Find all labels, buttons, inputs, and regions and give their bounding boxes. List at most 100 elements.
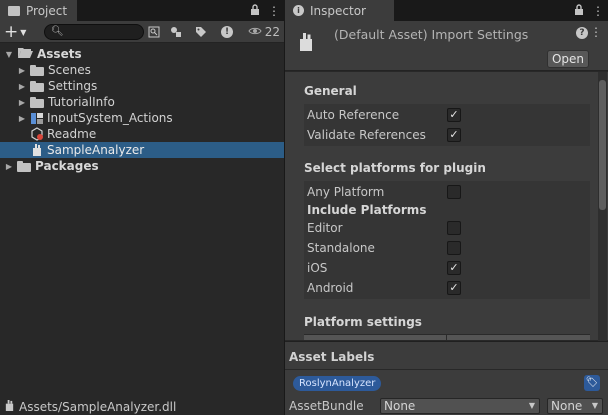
include-platforms-label: Include Platforms — [307, 203, 427, 217]
open-button[interactable]: Open — [547, 50, 589, 68]
kebab-menu-icon[interactable]: ⋮ — [592, 4, 604, 18]
search-by-label-button[interactable] — [167, 24, 185, 40]
asset-bundle-row: AssetBundle None ▼ None ▼ — [285, 397, 608, 415]
tree-item-label: Scenes — [48, 63, 91, 77]
tree-item-label: Readme — [47, 127, 97, 141]
asset-bundle-variant-dropdown[interactable]: None ▼ — [547, 398, 603, 414]
collapsed-arrow-icon[interactable]: ▶ — [17, 98, 27, 107]
warning-circle-icon: ! — [221, 26, 233, 38]
collapsed-arrow-icon[interactable]: ▶ — [17, 114, 27, 123]
tab-inspector[interactable]: i Inspector — [285, 0, 394, 21]
tab-project-label: Project — [26, 3, 68, 18]
inspector-window: i Inspector ⋮ (Default Asset) Import Set… — [285, 0, 608, 415]
tag-icon — [196, 27, 206, 37]
hidden-count: 22 — [264, 25, 280, 39]
expand-arrow-icon[interactable]: ▼ — [4, 50, 14, 59]
collapsed-arrow-icon[interactable]: ▶ — [17, 82, 27, 91]
info-icon: i — [293, 5, 304, 16]
tree-item-readme[interactable]: Readme — [0, 126, 284, 142]
folder-icon — [30, 96, 44, 108]
tree-item-sampleanalyzer[interactable]: SampleAnalyzer — [0, 142, 284, 158]
auto-reference-checkbox[interactable]: ✓ — [447, 108, 461, 122]
chevron-down-icon: ▼ — [528, 401, 535, 410]
lock-icon[interactable] — [250, 3, 260, 18]
tree-item-label: SampleAnalyzer — [47, 143, 145, 157]
validate-references-checkbox[interactable]: ✓ — [447, 128, 461, 142]
dll-plugin-icon — [4, 400, 15, 414]
label-chip[interactable]: RoslynAnalyzer — [293, 376, 382, 391]
asset-bundle-variant-value: None — [551, 399, 583, 413]
asset-bundle-value: None — [384, 399, 416, 413]
platform-android-checkbox[interactable]: ✓ — [447, 281, 461, 295]
log-filter-button[interactable]: ! — [218, 24, 236, 40]
tag-icon[interactable]: 🏷︎ — [584, 375, 600, 391]
platform-ios-checkbox[interactable]: ✓ — [447, 261, 461, 275]
section-platform-settings-title: Platform settings — [304, 315, 422, 329]
inspector-scrollbar[interactable] — [598, 72, 607, 342]
tree-item-assets[interactable]: ▼ Assets — [0, 46, 284, 62]
tab-inspector-label: Inspector — [310, 3, 366, 18]
tab-project[interactable]: Project — [0, 0, 78, 21]
readme-asset-icon — [30, 127, 44, 141]
tree-item-label: TutorialInfo — [48, 95, 115, 109]
tree-item-tutorialinfo[interactable]: ▶ TutorialInfo — [0, 94, 284, 110]
folder-icon — [8, 5, 20, 16]
help-icon[interactable]: ? — [576, 27, 588, 39]
dll-plugin-icon — [30, 143, 44, 157]
project-status-bar: Assets/SampleAnalyzer.dll — [0, 399, 284, 415]
project-toolbar: + ▼ 🔍︎ ! 22 — [0, 21, 284, 43]
platform-standalone-label: Standalone — [307, 241, 375, 255]
tree-item-label: InputSystem_Actions — [47, 111, 173, 125]
tree-item-label: Assets — [37, 47, 82, 61]
hidden-packages-toggle[interactable]: 22 — [248, 24, 280, 40]
kebab-menu-icon[interactable]: ⋮ — [590, 25, 602, 39]
search-input[interactable]: 🔍︎ — [44, 24, 144, 40]
any-platform-label: Any Platform — [307, 185, 385, 199]
any-platform-checkbox[interactable] — [447, 185, 461, 199]
asset-labels-header[interactable]: Asset Labels — [285, 341, 608, 369]
plus-icon: + — [4, 22, 19, 42]
tree-item-label: Settings — [48, 79, 98, 93]
scrollbar-thumb[interactable] — [599, 80, 606, 210]
shapes-icon — [171, 27, 181, 37]
inspector-title: (Default Asset) Import Settings — [334, 27, 529, 42]
label-filter-button[interactable] — [192, 24, 210, 40]
tree-item-scenes[interactable]: ▶ Scenes — [0, 62, 284, 78]
input-actions-icon — [30, 111, 44, 125]
platform-ios-label: iOS — [307, 261, 328, 275]
platform-editor-checkbox[interactable] — [447, 221, 461, 235]
project-tabbar: Project ⋮ — [0, 0, 284, 21]
platform-settings-tabs[interactable] — [304, 334, 590, 340]
search-by-type-button[interactable] — [145, 24, 163, 40]
collapsed-arrow-icon[interactable]: ▶ — [17, 66, 27, 75]
platform-editor-label: Editor — [307, 221, 343, 235]
chevron-down-icon: ▼ — [591, 401, 598, 410]
tree-item-label: Packages — [35, 159, 99, 173]
inspector-tabbar: i Inspector ⋮ — [285, 0, 608, 21]
platform-standalone-checkbox[interactable] — [447, 241, 461, 255]
tree-item-inputsystem-actions[interactable]: ▶ InputSystem_Actions — [0, 110, 284, 126]
section-general-title: General — [304, 84, 357, 98]
eye-icon — [248, 25, 262, 39]
create-button[interactable]: + ▼ — [4, 22, 34, 42]
asset-labels-body: RoslynAnalyzer 🏷︎ — [285, 370, 608, 397]
folder-open-icon — [18, 47, 33, 61]
collapsed-arrow-icon[interactable]: ▶ — [4, 162, 14, 171]
section-platforms-title: Select platforms for plugin — [304, 161, 486, 175]
import-settings-content: General Auto Reference ✓ Validate Refere… — [285, 72, 608, 340]
asset-bundle-label: AssetBundle — [289, 399, 364, 413]
general-box: Auto Reference ✓ Validate References ✓ — [304, 104, 590, 146]
selected-asset-path: Assets/SampleAnalyzer.dll — [19, 400, 177, 414]
kebab-menu-icon[interactable]: ⋮ — [268, 4, 280, 18]
lock-icon[interactable] — [574, 3, 584, 18]
filter-type-icon — [148, 26, 160, 38]
tree-item-packages[interactable]: ▶ Packages — [0, 158, 284, 174]
asset-bundle-dropdown[interactable]: None ▼ — [380, 398, 540, 414]
project-window: Project ⋮ + ▼ 🔍︎ ! 22 ▼ Assets ▶ Scenes … — [0, 0, 284, 415]
platform-android-label: Android — [307, 281, 354, 295]
chevron-down-icon: ▼ — [20, 27, 27, 37]
folder-icon — [17, 160, 31, 172]
tree-item-settings[interactable]: ▶ Settings — [0, 78, 284, 94]
inspector-header: (Default Asset) Import Settings ? ⋮ Open — [285, 21, 608, 71]
search-icon: 🔍︎ — [51, 26, 64, 37]
